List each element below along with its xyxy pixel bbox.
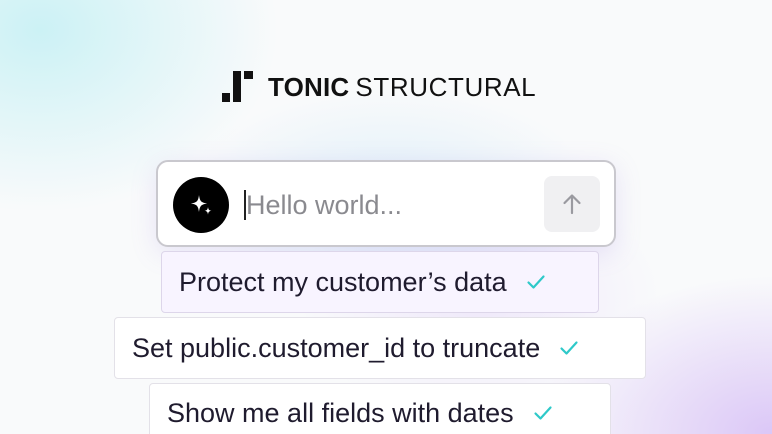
prompt-input[interactable]	[246, 182, 536, 228]
assistant-avatar	[173, 177, 229, 233]
check-icon	[532, 402, 554, 424]
brand-wordmark: TONIC STRUCTURAL	[268, 74, 536, 100]
brand-logo: TONIC STRUCTURAL	[222, 71, 536, 102]
prompt-box[interactable]	[156, 160, 616, 247]
suggestion-label: Protect my customer’s data	[179, 266, 507, 297]
send-button[interactable]	[544, 176, 600, 232]
suggestion-truncate-customer-id[interactable]: Set public.customer_id to truncate	[114, 317, 646, 379]
suggestion-label: Set public.customer_id to truncate	[132, 332, 541, 363]
check-icon	[558, 337, 580, 359]
suggestion-protect-customer-data[interactable]: Protect my customer’s data	[161, 251, 599, 313]
suggestion-show-date-fields[interactable]: Show me all fields with dates	[149, 383, 611, 434]
tonic-logo-icon	[222, 71, 253, 102]
sparkle-icon	[191, 195, 212, 215]
arrow-up-icon	[563, 194, 581, 215]
product-name: STRUCTURAL	[355, 71, 537, 102]
suggestion-label: Show me all fields with dates	[167, 397, 514, 428]
check-icon	[525, 271, 547, 293]
brand-name: TONIC	[268, 71, 350, 102]
